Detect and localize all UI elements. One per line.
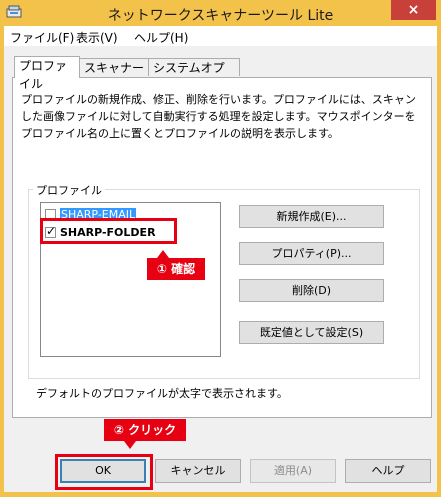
tab-strip: プロファイル スキャナー システムオプション [12, 56, 432, 93]
delete-button[interactable]: 削除(D) [239, 279, 384, 302]
menu-help[interactable]: ヘルプ(H) [134, 29, 188, 46]
client-area: ファイル(F) 表示(V) ヘルプ(H) プロファイル スキャナー システムオプ… [4, 26, 437, 492]
title-bar[interactable]: ネットワークスキャナーツール Lite × [0, 0, 441, 26]
window-title: ネットワークスキャナーツール Lite [107, 8, 334, 24]
tab-scanner[interactable]: スキャナー [79, 58, 149, 76]
cancel-button[interactable]: キャンセル [155, 459, 241, 483]
new-profile-button[interactable]: 新規作成(E)... [239, 205, 384, 228]
ok-highlight-box [55, 454, 153, 490]
set-default-button[interactable]: 既定値として設定(S) [239, 321, 384, 344]
confirm-callout: ① 確認 [147, 250, 205, 280]
profile-group-label: プロファイル [33, 182, 105, 198]
menu-view[interactable]: 表示(V) [76, 29, 118, 46]
click-callout: ② クリック [104, 419, 186, 449]
app-window: ネットワークスキャナーツール Lite × ファイル(F) 表示(V) ヘルプ(… [0, 0, 441, 497]
help-button[interactable]: ヘルプ [345, 459, 431, 483]
profile-description: プロファイルの新規作成、修正、削除を行います。プロファイルには、スキャンした画像… [21, 93, 416, 140]
profile-tab-panel: プロファイルの新規作成、修正、削除を行います。プロファイルには、スキャンした画像… [12, 77, 432, 418]
menu-bar: ファイル(F) 表示(V) ヘルプ(H) [4, 26, 437, 46]
close-button[interactable]: × [391, 0, 436, 20]
menu-file[interactable]: ファイル(F) [10, 29, 74, 46]
profile-group: プロファイル SHARP-EMAIL ✓ SHARP-FOLDER 新規作成(E)… [28, 182, 420, 410]
default-profile-note: デフォルトのプロファイルが太字で表示されます。 [36, 387, 288, 400]
confirm-highlight-box [40, 218, 177, 244]
apply-button[interactable]: 適用(A) [250, 459, 336, 483]
tab-system-options[interactable]: システムオプション [148, 58, 240, 93]
tab-profile[interactable]: プロファイル [14, 56, 80, 91]
properties-button[interactable]: プロパティ(P)... [239, 242, 384, 265]
